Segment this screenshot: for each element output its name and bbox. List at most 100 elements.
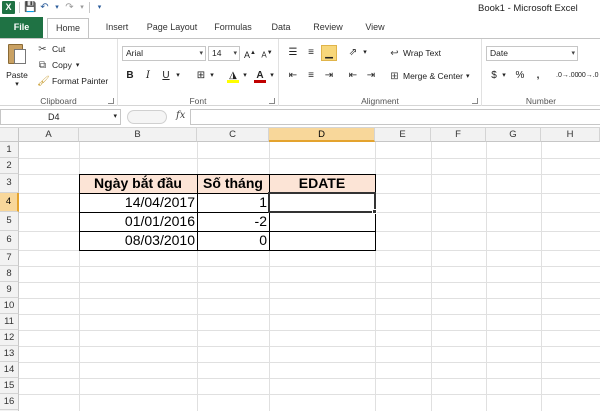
cell-b6[interactable]: 08/03/2010 xyxy=(79,231,197,250)
row-header-7[interactable]: 7 xyxy=(0,250,19,266)
paste-button[interactable]: Paste ▾ xyxy=(4,42,30,88)
tab-file[interactable]: File xyxy=(0,17,43,38)
tab-home[interactable]: Home xyxy=(47,18,89,39)
undo-icon[interactable]: ↶ xyxy=(39,2,50,13)
row-header-8[interactable]: 8 xyxy=(0,266,19,282)
column-header-b[interactable]: B xyxy=(79,128,197,142)
cell-d3[interactable]: EDATE xyxy=(269,174,375,193)
bold-button[interactable]: B xyxy=(122,68,138,84)
shrink-font-button[interactable]: A▼ xyxy=(259,45,275,61)
row-header-13[interactable]: 13 xyxy=(0,346,19,362)
fill-color-dropdown-icon[interactable]: ▾ xyxy=(241,68,249,84)
row-header-3[interactable]: 3 xyxy=(0,174,19,193)
grow-font-button[interactable]: A▲ xyxy=(242,45,258,61)
row-header-4[interactable]: 4 xyxy=(0,193,19,212)
align-center-icon[interactable]: ≡ xyxy=(303,68,319,84)
tab-review[interactable]: Review xyxy=(305,17,351,38)
tab-formulas[interactable]: Formulas xyxy=(208,17,258,38)
underline-button[interactable]: U xyxy=(158,68,174,84)
column-header-d[interactable]: D xyxy=(269,128,375,142)
formula-bar-grip[interactable] xyxy=(127,110,167,124)
font-color-button[interactable]: A xyxy=(252,68,268,84)
currency-dropdown-icon[interactable]: ▾ xyxy=(500,68,508,84)
paste-dropdown-icon[interactable]: ▾ xyxy=(4,80,30,88)
row-header-1[interactable]: 1 xyxy=(0,142,19,158)
cell-c5[interactable]: -2 xyxy=(197,212,269,231)
column-header-a[interactable]: A xyxy=(19,128,79,142)
copy-dropdown-icon[interactable]: ▾ xyxy=(76,61,80,69)
column-header-f[interactable]: F xyxy=(431,128,486,142)
column-header-e[interactable]: E xyxy=(375,128,431,142)
cell-d6[interactable] xyxy=(269,231,375,250)
row-header-15[interactable]: 15 xyxy=(0,378,19,394)
cut-button[interactable]: ✂ Cut xyxy=(37,42,65,56)
orientation-dropdown-icon[interactable]: ▾ xyxy=(361,45,369,61)
font-launcher-icon[interactable] xyxy=(269,98,275,104)
redo-icon[interactable]: ↷ xyxy=(64,2,75,13)
tab-view[interactable]: View xyxy=(356,17,394,38)
row-header-16[interactable]: 16 xyxy=(0,394,19,410)
align-right-icon[interactable]: ⇥ xyxy=(321,68,337,84)
font-color-dropdown-icon[interactable]: ▾ xyxy=(268,68,276,84)
fill-handle[interactable] xyxy=(372,209,377,214)
cell-c4[interactable]: 1 xyxy=(197,193,269,212)
format-painter-button[interactable]: 🖌 Format Painter xyxy=(37,74,108,88)
increase-indent-icon[interactable]: ⇥ xyxy=(363,68,379,84)
align-bottom-icon[interactable]: ▁ xyxy=(321,45,337,61)
column-header-g[interactable]: G xyxy=(486,128,541,142)
underline-dropdown-icon[interactable]: ▾ xyxy=(174,68,182,84)
tab-insert[interactable]: Insert xyxy=(96,17,138,38)
cell-c6[interactable]: 0 xyxy=(197,231,269,250)
row-header-11[interactable]: 11 xyxy=(0,314,19,330)
row-header-5[interactable]: 5 xyxy=(0,212,19,231)
tab-page-layout[interactable]: Page Layout xyxy=(141,17,203,38)
borders-dropdown-icon[interactable]: ▾ xyxy=(208,68,216,84)
undo-dropdown-icon[interactable]: ▾ xyxy=(54,2,60,13)
borders-icon[interactable]: ⊞ xyxy=(193,68,209,84)
row-header-9[interactable]: 9 xyxy=(0,282,19,298)
select-all-corner[interactable] xyxy=(0,128,19,142)
column-header-h[interactable]: H xyxy=(541,128,600,142)
insert-function-icon[interactable]: fx xyxy=(176,110,185,121)
percent-button[interactable]: % xyxy=(512,68,528,84)
tab-data[interactable]: Data xyxy=(262,17,300,38)
align-left-icon[interactable]: ⇤ xyxy=(285,68,301,84)
merge-dropdown-icon[interactable]: ▾ xyxy=(466,72,470,80)
cell-c3[interactable]: Số tháng xyxy=(197,174,269,193)
worksheet-grid[interactable]: A B C D E F G H 1 2 3 4 5 6 7 8 9 10 11 … xyxy=(0,128,600,411)
wrap-text-button[interactable]: ↩ Wrap Text xyxy=(389,45,441,61)
copy-button[interactable]: ⧉ Copy ▾ xyxy=(37,58,79,72)
row-header-2[interactable]: 2 xyxy=(0,158,19,174)
redo-dropdown-icon[interactable]: ▾ xyxy=(79,2,85,13)
row-header-6[interactable]: 6 xyxy=(0,231,19,250)
comma-button[interactable]: , xyxy=(530,68,546,84)
row-header-12[interactable]: 12 xyxy=(0,330,19,346)
chevron-down-icon[interactable]: ▾ xyxy=(113,110,117,124)
chevron-down-icon[interactable]: ▾ xyxy=(571,47,575,60)
merge-center-button[interactable]: ⊞ Merge & Center ▾ xyxy=(389,68,470,84)
italic-button[interactable]: I xyxy=(140,68,156,84)
row-header-10[interactable]: 10 xyxy=(0,298,19,314)
name-box[interactable]: D4 ▾ xyxy=(0,109,121,125)
align-middle-icon[interactable]: ≡ xyxy=(303,45,319,61)
chevron-down-icon[interactable]: ▾ xyxy=(233,47,237,60)
cell-b5[interactable]: 01/01/2016 xyxy=(79,212,197,231)
increase-decimal-button[interactable]: .0→.00 xyxy=(556,68,579,84)
orientation-icon[interactable]: ⇗ xyxy=(345,45,361,61)
alignment-launcher-icon[interactable] xyxy=(472,98,478,104)
row-header-14[interactable]: 14 xyxy=(0,362,19,378)
cell-d5[interactable] xyxy=(269,212,375,231)
clipboard-launcher-icon[interactable] xyxy=(108,98,114,104)
decrease-indent-icon[interactable]: ⇤ xyxy=(345,68,361,84)
align-top-icon[interactable]: ☰ xyxy=(285,45,301,61)
cell-b3[interactable]: Ngày bắt đầu xyxy=(79,174,197,193)
cell-b4[interactable]: 14/04/2017 xyxy=(79,193,197,212)
save-icon[interactable]: 💾 xyxy=(24,2,36,13)
font-size-combo[interactable]: 14 ▾ xyxy=(208,46,240,61)
column-header-c[interactable]: C xyxy=(197,128,269,142)
customize-qat-icon[interactable]: ▾ xyxy=(94,2,105,13)
number-format-combo[interactable]: Date ▾ xyxy=(486,46,578,61)
font-name-combo[interactable]: Arial ▾ xyxy=(122,46,206,61)
chevron-down-icon[interactable]: ▾ xyxy=(199,47,203,60)
decrease-decimal-button[interactable]: .00→.0 xyxy=(576,68,599,84)
